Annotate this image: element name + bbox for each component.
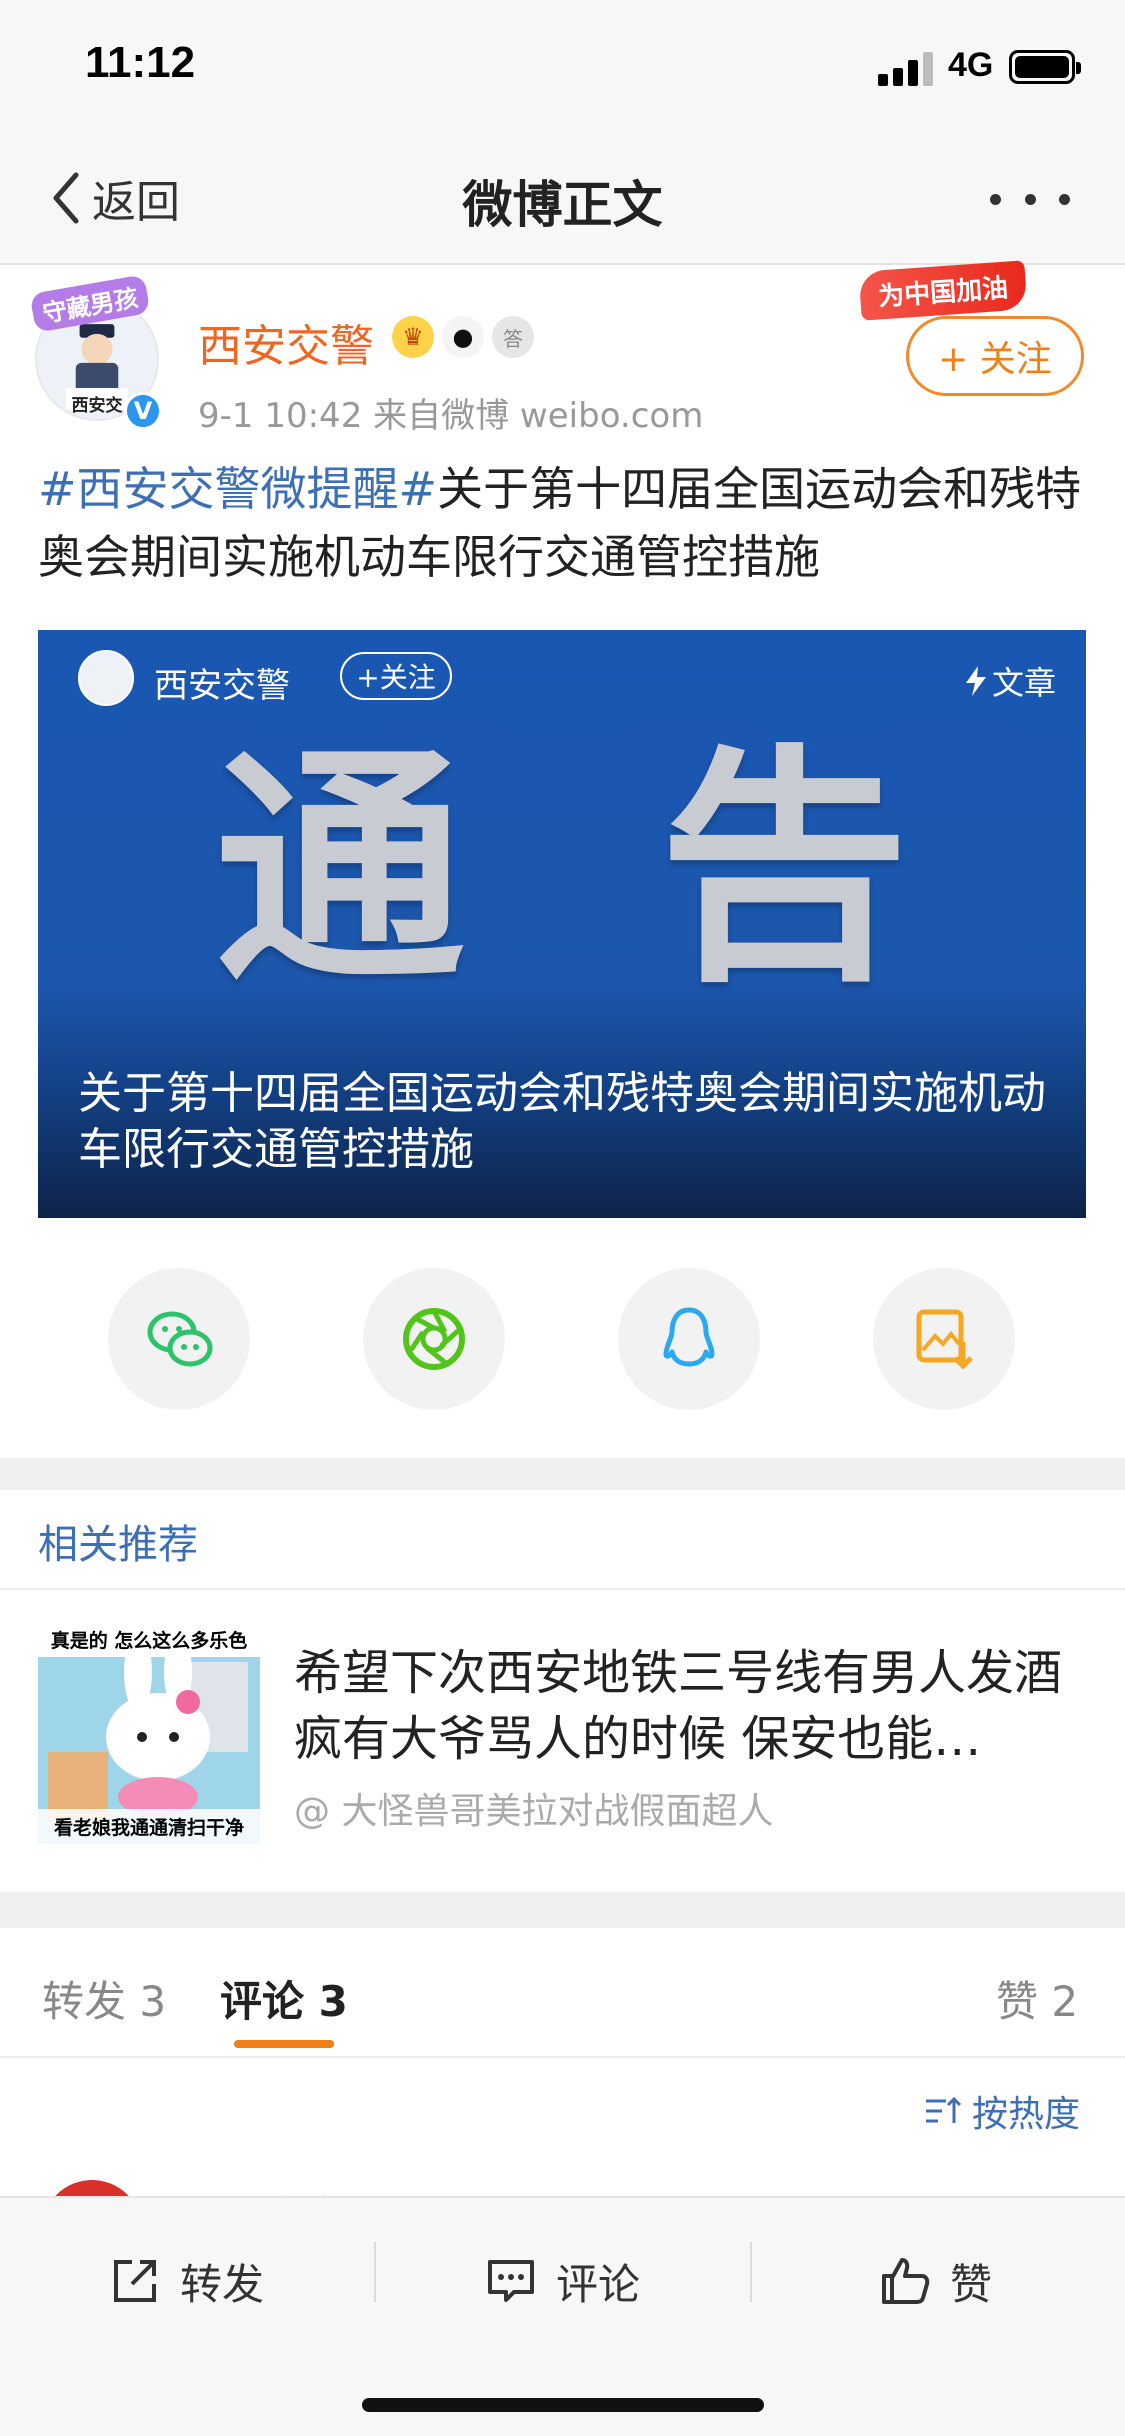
answer-badge-icon[interactable]: 答 xyxy=(492,316,534,358)
status-time: 11:12 xyxy=(85,38,196,87)
section-divider xyxy=(0,1458,1125,1490)
card-author-avatar[interactable] xyxy=(78,650,134,706)
author-badges: ♛ ● 答 xyxy=(392,316,534,358)
card-follow-button[interactable]: +关注 xyxy=(340,652,452,700)
related-source[interactable]: @ 大怪兽哥美拉对战假面超人 xyxy=(294,1782,773,1834)
article-title: 关于第十四届全国运动会和残特奥会期间实施机动车限行交通管控措施 xyxy=(78,1068,1046,1175)
verified-icon: V xyxy=(124,392,162,430)
wechat-icon xyxy=(147,1311,213,1367)
nav-bar: 返回 微博正文 xyxy=(0,135,1125,265)
cover-char: 通 xyxy=(215,724,465,1015)
panda-badge-icon[interactable]: ● xyxy=(442,316,484,358)
card-author-name[interactable]: 西安交警 xyxy=(154,658,290,707)
share-qq-button[interactable] xyxy=(618,1268,760,1410)
moments-icon xyxy=(403,1308,465,1370)
repost-icon xyxy=(114,2260,156,2302)
post-meta: 9-1 10:42 来自微博 weibo.com xyxy=(198,396,704,436)
save-image-icon xyxy=(916,1309,973,1370)
section-divider xyxy=(0,1892,1125,1928)
more-dot-icon xyxy=(990,193,1001,205)
divider xyxy=(0,1588,1125,1590)
cover-char: 告 xyxy=(659,724,909,1015)
event-banner: 为中国加油 xyxy=(858,260,1028,321)
page-title: 微博正文 xyxy=(462,176,663,234)
qq-icon xyxy=(663,1307,715,1367)
article-card[interactable]: 通 告 西安交警 +关注 文章 关于第十四届全国运动会和残特奥会期间实施机动车限… xyxy=(38,630,1086,1218)
sort-icon xyxy=(926,2096,962,2123)
thumbs-up-icon xyxy=(882,2258,930,2304)
crown-badge-icon[interactable]: ♛ xyxy=(392,316,434,358)
like-label: 赞 xyxy=(950,2259,993,2309)
network-type: 4G xyxy=(948,46,994,84)
divider xyxy=(374,2242,376,2302)
thumbnail-caption-top: 真是的 怎么这么多乐色 xyxy=(38,1622,260,1657)
author-name[interactable]: 西安交警 xyxy=(198,310,374,374)
related-section-title: 相关推荐 xyxy=(38,1522,198,1568)
topic-link[interactable]: #西安交警微提醒# xyxy=(38,462,437,516)
sort-by-hot-button[interactable]: 按热度 xyxy=(924,2085,1080,2137)
interaction-tabs: 转发 3 评论 3 赞 2 xyxy=(0,1928,1125,2058)
tab-reposts[interactable]: 转发 3 xyxy=(42,1968,166,2029)
article-type-label: 文章 xyxy=(991,664,1056,702)
repost-label: 转发 xyxy=(180,2259,265,2309)
follow-button[interactable]: + 关注 xyxy=(906,316,1084,396)
active-tab-indicator xyxy=(234,2040,334,2048)
more-dot-icon xyxy=(1059,193,1070,205)
related-thumbnail[interactable]: 真是的 怎么这么多乐色 看老娘我通通清扫干净 xyxy=(38,1622,260,1844)
divider xyxy=(750,2242,752,2302)
share-moments-button[interactable] xyxy=(363,1268,505,1410)
sort-label: 按热度 xyxy=(972,2094,1081,2135)
share-wechat-button[interactable] xyxy=(108,1268,250,1410)
more-options-button[interactable] xyxy=(990,177,1070,221)
article-type-tag: 文章 xyxy=(964,658,1056,704)
comment-icon xyxy=(488,2260,534,2302)
more-dot-icon xyxy=(1024,193,1036,205)
status-bar: 11:12 4G xyxy=(0,0,1125,135)
lightning-icon xyxy=(965,666,986,696)
comment-label: 评论 xyxy=(556,2259,641,2309)
battery-icon xyxy=(1009,50,1081,84)
article-cover-heading: 通 告 xyxy=(38,745,1086,995)
save-image-button[interactable] xyxy=(873,1268,1015,1410)
post-text: #西安交警微提醒#关于第十四届全国运动会和残特奥会期间实施机动车限行交通管控措施 xyxy=(38,455,1088,591)
repost-button[interactable]: 转发 xyxy=(108,2246,264,2316)
thumbnail-caption-bottom: 看老娘我通通清扫干净 xyxy=(38,1809,260,1844)
comment-button[interactable]: 评论 xyxy=(484,2246,640,2316)
signal-icon xyxy=(878,50,936,86)
related-headline[interactable]: 希望下次西安地铁三号线有男人发酒疯有大爷骂人的时候 保安也能… xyxy=(294,1640,1084,1772)
home-indicator[interactable] xyxy=(362,2398,764,2412)
tab-comments[interactable]: 评论 3 xyxy=(220,1968,348,2029)
like-button[interactable]: 赞 xyxy=(878,2246,992,2316)
tab-likes[interactable]: 赞 2 xyxy=(996,1968,1078,2029)
